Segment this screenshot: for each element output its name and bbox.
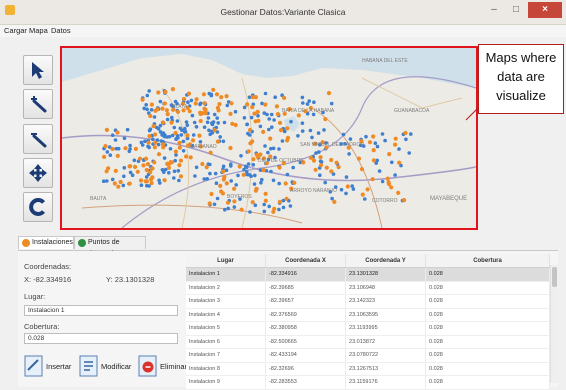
map-highlight-frame bbox=[60, 46, 478, 230]
move-arrows-icon bbox=[29, 164, 47, 182]
y-coordinate-value: Y: 23.1301328 bbox=[106, 275, 155, 284]
cell-x: -82.433194 bbox=[265, 348, 347, 363]
tab-strip: Instalaciones Puntos de demandas bbox=[18, 236, 558, 258]
cell-lugar: Instalacion 8 bbox=[186, 362, 266, 376]
select-tool-button[interactable] bbox=[23, 55, 53, 85]
table-row[interactable]: Instalacion 8 -82.32696 23.1267513 0.028 bbox=[186, 362, 550, 376]
cell-lugar: Instalacion 7 bbox=[186, 348, 266, 363]
lugar-input[interactable]: Instalacion 1 bbox=[24, 305, 178, 316]
cell-y: 23.013872 bbox=[345, 335, 427, 349]
cell-cobertura: 0.028 bbox=[425, 348, 550, 363]
zoom-in-icon bbox=[31, 96, 47, 113]
cell-y: 23.1063595 bbox=[345, 308, 427, 322]
cell-y: 23.1301328 bbox=[345, 267, 427, 282]
callout-line: Maps where bbox=[485, 50, 557, 65]
annotation-callout: Maps where data are visualize bbox=[478, 44, 564, 114]
cell-cobertura: 0.028 bbox=[425, 294, 550, 309]
menu-bar: Cargar Mapa Datos bbox=[0, 25, 566, 37]
zoom-out-button[interactable] bbox=[23, 124, 53, 154]
delete-label: Eliminar bbox=[160, 362, 188, 371]
insert-label: Insertar bbox=[46, 362, 72, 371]
cell-x: -82.380958 bbox=[265, 321, 347, 336]
lugar-label: Lugar: bbox=[24, 292, 46, 301]
cell-lugar: Instalacion 6 bbox=[186, 335, 266, 349]
cobertura-input[interactable]: 0.028 bbox=[24, 333, 178, 344]
cell-y: 23.1193995 bbox=[345, 321, 427, 336]
cell-y: 23.106948 bbox=[345, 281, 427, 295]
x-coordinate-value: X: -82.334916 bbox=[24, 275, 72, 284]
cell-x: -82.32696 bbox=[265, 362, 347, 376]
table-header-row: Lugar Coordenada X Coordenada Y Cobertur… bbox=[186, 254, 550, 268]
table-scrollbar[interactable] bbox=[550, 265, 558, 383]
minimize-button[interactable]: – bbox=[484, 2, 504, 18]
close-button[interactable]: × bbox=[528, 2, 562, 18]
column-header[interactable]: Lugar bbox=[186, 254, 266, 268]
tab-instalaciones[interactable]: Instalaciones bbox=[18, 236, 74, 249]
zoom-out-icon bbox=[31, 133, 47, 148]
maximize-button[interactable]: □ bbox=[506, 2, 526, 18]
table-row[interactable]: Instalacion 1 -82.334916 23.1301328 0.028 bbox=[186, 267, 550, 282]
modify-label: Modificar bbox=[101, 362, 132, 371]
cell-cobertura: 0.028 bbox=[425, 281, 550, 295]
table-row[interactable]: Instalacion 5 -82.380958 23.1193995 0.028 bbox=[186, 321, 550, 336]
orange-circle-icon bbox=[22, 239, 30, 247]
insert-button[interactable]: Insertar bbox=[24, 353, 72, 381]
cell-cobertura: 0.028 bbox=[425, 308, 550, 322]
callout-line: data are bbox=[497, 69, 545, 84]
delete-icon bbox=[138, 355, 157, 377]
callout-line: visualize bbox=[496, 88, 546, 103]
delete-button[interactable]: Eliminar bbox=[138, 353, 188, 381]
document-modify-icon bbox=[79, 355, 98, 377]
cell-cobertura: 0.028 bbox=[425, 321, 550, 336]
green-circle-icon bbox=[78, 239, 86, 247]
column-header[interactable]: Coordenada Y bbox=[345, 254, 427, 268]
cell-lugar: Instalacion 2 bbox=[186, 281, 266, 295]
modify-button[interactable]: Modificar bbox=[79, 353, 133, 381]
pan-button[interactable] bbox=[23, 158, 53, 188]
table-row[interactable]: Instalacion 3 -82.39657 23.142323 0.028 bbox=[186, 294, 550, 309]
column-header[interactable]: Cobertura bbox=[425, 254, 550, 268]
cobertura-label: Cobertura: bbox=[24, 322, 60, 331]
cell-x: -82.500665 bbox=[265, 335, 347, 349]
menu-cargar-mapa[interactable]: Cargar Mapa bbox=[4, 26, 48, 35]
document-edit-icon bbox=[24, 355, 43, 377]
table-row[interactable]: Instalacion 2 -82.39685 23.106948 0.028 bbox=[186, 281, 550, 295]
cell-y: 23.0780722 bbox=[345, 348, 427, 363]
cell-x: -82.39657 bbox=[265, 294, 347, 309]
arrow-cursor-icon bbox=[32, 62, 44, 79]
cell-cobertura: 0.028 bbox=[425, 362, 550, 376]
window-title: Gestionar Datos:Variante Clasica bbox=[220, 7, 346, 17]
cell-lugar: Instalacion 4 bbox=[186, 308, 266, 322]
cell-y: 23.142323 bbox=[345, 294, 427, 309]
scrollbar-thumb[interactable] bbox=[552, 267, 557, 287]
facilities-table[interactable]: Lugar Coordenada X Coordenada Y Cobertur… bbox=[186, 254, 550, 390]
coordinates-label: Coordenadas: bbox=[24, 262, 72, 271]
table-row[interactable]: Instalacion 4 -82.376569 23.1063595 0.028 bbox=[186, 308, 550, 322]
cell-x: -82.334916 bbox=[265, 267, 347, 282]
cell-cobertura: 0.028 bbox=[425, 335, 550, 349]
callout-pointer bbox=[465, 107, 479, 121]
cell-lugar: Instalacion 1 bbox=[186, 267, 266, 282]
menu-datos[interactable]: Datos bbox=[51, 26, 71, 35]
title-bar: Gestionar Datos:Variante Clasica – □ × bbox=[0, 0, 566, 25]
cell-x: -82.376569 bbox=[265, 308, 347, 322]
column-header[interactable]: Coordenada X bbox=[265, 254, 347, 268]
tab-label: Instalaciones bbox=[32, 239, 73, 246]
cell-lugar: Instalacion 5 bbox=[186, 321, 266, 336]
zoom-in-button[interactable] bbox=[23, 89, 53, 119]
cell-x: -82.39685 bbox=[265, 281, 347, 295]
table-row[interactable]: Instalacion 7 -82.433194 23.0780722 0.028 bbox=[186, 348, 550, 363]
refresh-icon bbox=[29, 198, 46, 216]
refresh-button[interactable] bbox=[23, 192, 53, 222]
cell-cobertura: 0.028 bbox=[425, 267, 550, 282]
cell-y: 23.1267513 bbox=[345, 362, 427, 376]
cell-lugar: Instalacion 3 bbox=[186, 294, 266, 309]
table-row[interactable]: Instalacion 6 -82.500665 23.013872 0.028 bbox=[186, 335, 550, 349]
tab-puntos-de-demandas[interactable]: Puntos de demandas bbox=[74, 236, 146, 258]
